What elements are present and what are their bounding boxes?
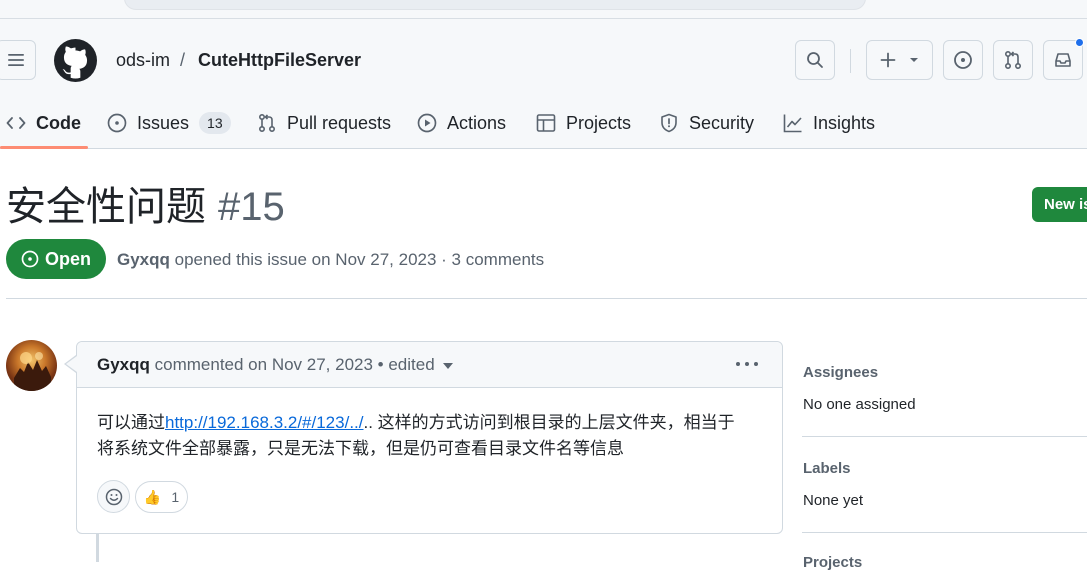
comment-header: Gyxqq commented on Nov 27, 2023 • edited (77, 342, 782, 388)
tab-projects[interactable]: Projects (536, 99, 631, 147)
issue-meta: Gyxqq opened this issue on Nov 27, 2023 … (117, 249, 544, 271)
sidebar-assignees-title[interactable]: Assignees (803, 364, 878, 381)
search-button[interactable] (795, 40, 835, 80)
tab-code[interactable]: Code (6, 99, 81, 147)
tab-actions[interactable]: Actions (417, 99, 506, 147)
graph-icon (783, 114, 802, 133)
your-issues-button[interactable] (943, 40, 983, 80)
create-new-button[interactable] (866, 40, 933, 80)
tab-label: Pull requests (287, 112, 392, 133)
issue-author[interactable]: Gyxqq (117, 250, 170, 269)
tab-label: Security (689, 112, 755, 133)
chevron-down-icon (909, 58, 918, 62)
sidebar-divider (802, 436, 1087, 437)
chevron-down-icon[interactable] (442, 362, 453, 369)
sidebar-divider (802, 532, 1087, 533)
comment-author[interactable]: Gyxqq (97, 355, 150, 374)
hamburger-button[interactable] (0, 40, 36, 80)
issue-title-text: 安全性问题 (6, 185, 206, 229)
browser-url-bar[interactable] (124, 0, 866, 10)
thumbs-up-icon: 👍 (143, 488, 162, 505)
repo-header: ods-im / CuteHttpFileServer Code Issues … (0, 19, 1087, 149)
comment-body-line1-rest: .. 这样的方式访问到根目录的上层文件夹，相当于 (363, 413, 735, 432)
issues-count-badge: 13 (199, 112, 231, 134)
sidebar-labels-title[interactable]: Labels (803, 460, 851, 477)
tab-label: Code (36, 112, 81, 133)
issue-number: #15 (218, 185, 285, 229)
comment-card: Gyxqq commented on Nov 27, 2023 • edited… (76, 341, 783, 534)
github-logo-icon[interactable] (54, 39, 97, 82)
comment-body-prefix: 可以通过 (97, 413, 165, 432)
new-issue-button[interactable]: New is (1032, 187, 1087, 222)
tab-label: Actions (447, 112, 507, 133)
breadcrumb-owner[interactable]: ods-im (116, 48, 170, 72)
tab-security[interactable]: Security (659, 99, 754, 147)
comment-body: 可以通过http://192.168.3.2/#/123/../.. 这样的方式… (97, 410, 767, 462)
kebab-horizontal-icon[interactable] (734, 354, 760, 374)
plus-icon (880, 52, 895, 68)
tab-issues[interactable]: Issues 13 (107, 99, 231, 147)
browser-top-strip (0, 0, 1087, 19)
your-pull-requests-button[interactable] (993, 40, 1033, 80)
git-pull-request-icon (1004, 50, 1022, 70)
search-icon (807, 52, 823, 68)
comment-meta: Gyxqq commented on Nov 27, 2023 • edited (97, 354, 453, 376)
tab-pull-requests[interactable]: Pull requests (257, 99, 391, 147)
smiley-icon (105, 488, 122, 505)
avatar[interactable] (6, 340, 57, 391)
code-icon (6, 117, 26, 129)
shield-icon (661, 113, 677, 133)
inbox-icon (1055, 53, 1071, 67)
timeline-line (96, 534, 99, 562)
avatar-image (14, 352, 51, 391)
issue-opened-icon (107, 113, 127, 133)
issue-title: 安全性问题 #15 (6, 180, 285, 234)
sidebar-projects-title[interactable]: Projects (803, 554, 862, 571)
play-icon (417, 113, 437, 133)
tab-label: Issues (137, 112, 190, 133)
tab-insights[interactable]: Insights (783, 99, 875, 147)
reaction-count: 1 (171, 489, 180, 505)
add-reaction-button[interactable] (97, 480, 130, 513)
issue-opened-icon (954, 51, 972, 69)
tab-label: Insights (813, 112, 876, 133)
thumbs-up-reaction[interactable]: 👍 1 (135, 481, 188, 513)
active-tab-underline (0, 146, 88, 149)
repo-tabs: Code Issues 13 Pull requests Actions Pro… (0, 99, 1087, 149)
sidebar-assignees-value: No one assigned (803, 396, 916, 413)
table-icon (536, 114, 556, 132)
hamburger-icon (8, 54, 24, 66)
issue-opened-text: opened this issue on Nov 27, 2023 · 3 co… (174, 250, 545, 269)
issue-state-label: Open (44, 248, 91, 269)
comment-body-line2: 将系统文件全部暴露，只是无法下载，但是仍可查看目录文件名等信息 (97, 439, 624, 458)
title-divider (6, 298, 1087, 299)
comment-caret-inner (66, 356, 77, 372)
breadcrumb-separator: / (180, 50, 186, 70)
header-divider (850, 49, 851, 73)
comment-body-link[interactable]: http://192.168.3.2/#/123/../ (165, 413, 364, 432)
git-pull-request-icon (258, 113, 276, 133)
breadcrumb-repo-name[interactable]: CuteHttpFileServer (198, 48, 361, 72)
issue-opened-icon (21, 250, 39, 268)
tab-label: Projects (566, 112, 632, 133)
comment-meta-text[interactable]: commented on Nov 27, 2023 • edited (155, 355, 435, 374)
notification-dot (1075, 38, 1084, 47)
issue-state-badge: Open (6, 239, 106, 279)
sidebar-labels-value: None yet (803, 492, 864, 509)
